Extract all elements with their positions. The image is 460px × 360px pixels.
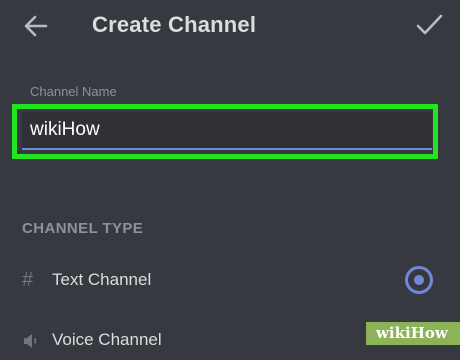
back-button[interactable] — [22, 12, 50, 40]
wikihow-watermark: wikiHow — [366, 322, 460, 345]
text-channel-option[interactable]: # Text Channel — [0, 260, 460, 300]
text-channel-radio[interactable] — [405, 266, 433, 294]
speaker-icon — [22, 328, 42, 352]
app-header: Create Channel — [0, 0, 460, 52]
text-channel-label: Text Channel — [52, 270, 152, 289]
voice-channel-label: Voice Channel — [52, 330, 162, 349]
hash-icon: # — [22, 269, 34, 291]
channel-type-section-title: CHANNEL TYPE — [22, 220, 144, 237]
checkmark-icon — [416, 14, 443, 35]
radio-selected-dot — [414, 275, 424, 285]
highlight-annotation — [12, 104, 438, 159]
page-title: Create Channel — [92, 12, 257, 37]
confirm-button[interactable] — [414, 10, 444, 40]
arrow-left-icon — [24, 15, 48, 37]
channel-name-label: Channel Name — [30, 84, 117, 99]
